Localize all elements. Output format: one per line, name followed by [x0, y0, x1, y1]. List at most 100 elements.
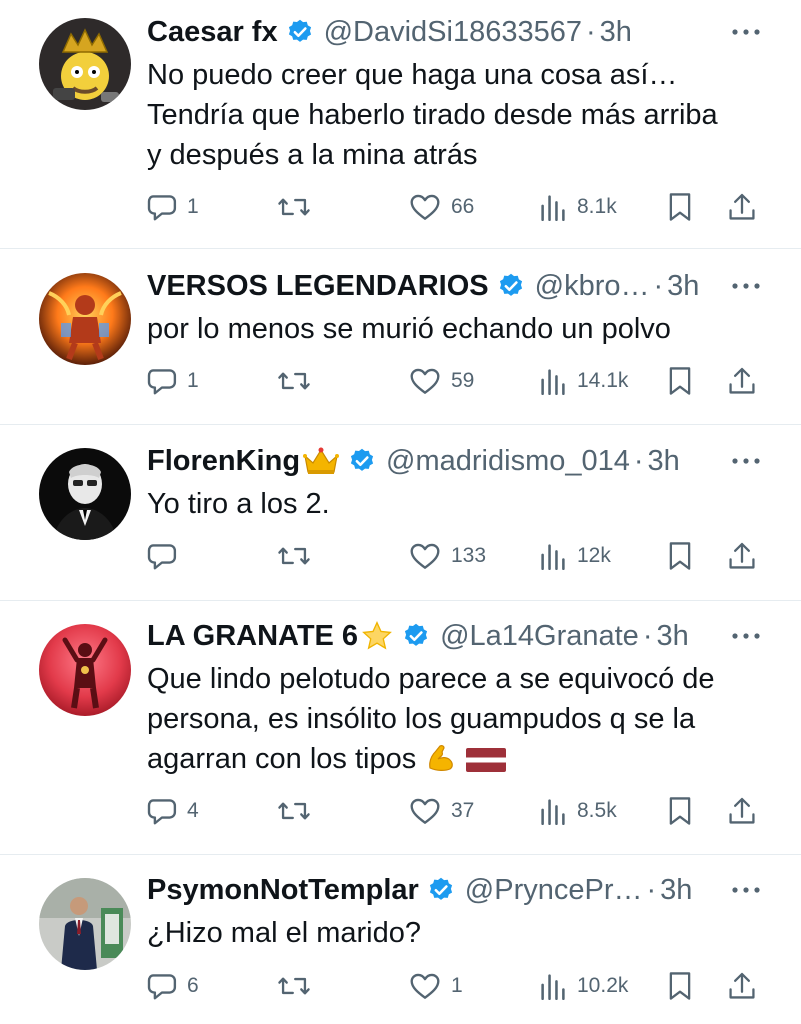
share-icon [727, 191, 757, 223]
tweet[interactable]: FlorenKing @madridismo_014 · 3h Yo tiro a lo… [0, 0, 801, 1024]
views-count: 12k [577, 544, 611, 567]
tweet-divider [0, 600, 801, 601]
bookmark-button[interactable] [667, 791, 693, 831]
tweet-text-content: Que lindo pelotudo parece a se equivocó … [147, 663, 715, 775]
like-button[interactable]: 133 [409, 536, 486, 576]
likes-count: 59 [451, 369, 475, 392]
more-icon[interactable] [731, 17, 761, 47]
reply-button[interactable]: 6 [147, 966, 199, 1006]
heart-icon [409, 796, 441, 826]
tweet-actions: 6 1 10.2k [147, 966, 767, 1006]
tweet-text: por lo menos se murió echando un polvo [147, 309, 773, 349]
share-button[interactable] [727, 361, 757, 401]
retweet-button[interactable] [277, 361, 321, 401]
tweet-text-content: por lo menos se murió echando un polvo [147, 313, 671, 345]
views-button[interactable]: 8.5k [539, 791, 617, 831]
bookmark-button[interactable] [667, 187, 693, 227]
avatar[interactable] [39, 448, 131, 540]
like-button[interactable]: 66 [409, 187, 474, 227]
bookmark-button[interactable] [667, 361, 693, 401]
share-button[interactable] [727, 966, 757, 1006]
views-icon [539, 541, 567, 571]
views-button[interactable]: 12k [539, 536, 611, 576]
tweet-actions: 4 37 8.5k [147, 791, 767, 831]
display-name[interactable]: PsymonNotTemplar [147, 874, 419, 907]
more-icon[interactable] [731, 446, 761, 476]
display-name[interactable]: Caesar fx [147, 16, 278, 49]
separator-dot: · [653, 269, 664, 302]
bookmark-icon [667, 191, 693, 223]
avatar[interactable] [39, 18, 131, 110]
reply-button[interactable]: 4 [147, 791, 199, 831]
views-count: 10.2k [577, 974, 629, 997]
tweet-divider [0, 424, 801, 425]
share-button[interactable] [727, 791, 757, 831]
avatar[interactable] [39, 878, 131, 970]
reply-button[interactable] [147, 536, 187, 576]
like-button[interactable]: 59 [409, 361, 474, 401]
tweet-actions: 1 66 8.1k [147, 187, 767, 227]
more-icon[interactable] [731, 875, 761, 905]
tweet-actions: 1 59 14.1k [147, 361, 767, 401]
retweet-button[interactable] [277, 791, 321, 831]
like-button[interactable]: 1 [409, 966, 463, 1006]
user-handle[interactable]: @kbro… [535, 270, 650, 303]
tweet-header: LA GRANATE 6 @La14Granate · 3h [147, 617, 771, 655]
reply-button[interactable]: 1 [147, 187, 199, 227]
timestamp[interactable]: 3h [648, 445, 680, 478]
timestamp[interactable]: 3h [600, 16, 632, 49]
retweet-button[interactable] [277, 536, 321, 576]
retweet-icon [277, 971, 311, 1001]
share-icon [727, 540, 757, 572]
views-icon [539, 366, 567, 396]
separator-dot: · [633, 444, 644, 477]
tweet-divider [0, 248, 801, 249]
likes-count: 66 [451, 195, 475, 218]
bookmark-button[interactable] [667, 536, 693, 576]
likes-count: 1 [451, 974, 463, 997]
display-name[interactable]: FlorenKing [147, 445, 300, 478]
reply-icon [147, 971, 177, 1001]
replies-count: 1 [187, 369, 199, 392]
retweet-button[interactable] [277, 966, 321, 1006]
timestamp[interactable]: 3h [660, 874, 692, 907]
user-handle[interactable]: @DavidSi18633567 [324, 16, 582, 49]
retweet-button[interactable] [277, 187, 321, 227]
reply-icon [147, 796, 177, 826]
display-name[interactable]: LA GRANATE 6 [147, 620, 358, 653]
timestamp[interactable]: 3h [667, 270, 699, 303]
star-emoji-icon [360, 620, 394, 652]
reply-button[interactable]: 1 [147, 361, 199, 401]
display-name[interactable]: VERSOS LEGENDARIOS [147, 270, 489, 303]
bookmark-icon [667, 540, 693, 572]
bookmark-button[interactable] [667, 966, 693, 1006]
views-icon [539, 796, 567, 826]
avatar[interactable] [39, 273, 131, 365]
separator-dot: · [586, 15, 596, 48]
user-handle[interactable]: @madridismo_014 [386, 445, 630, 478]
share-button[interactable] [727, 187, 757, 227]
avatar[interactable] [39, 624, 131, 716]
share-icon [727, 970, 757, 1002]
share-icon [727, 795, 757, 827]
user-handle[interactable]: @La14Granate [440, 620, 639, 653]
replies-count: 4 [187, 799, 199, 822]
tweet-text: ¿Hizo mal el marido? [147, 913, 773, 953]
views-button[interactable]: 8.1k [539, 187, 617, 227]
timestamp[interactable]: 3h [656, 620, 688, 653]
views-icon [539, 192, 567, 222]
verified-badge-icon [286, 18, 314, 46]
more-icon[interactable] [731, 621, 761, 651]
bookmark-icon [667, 970, 693, 1002]
views-button[interactable]: 10.2k [539, 966, 628, 1006]
like-button[interactable]: 37 [409, 791, 474, 831]
views-button[interactable]: 14.1k [539, 361, 628, 401]
bookmark-icon [667, 365, 693, 397]
share-button[interactable] [727, 536, 757, 576]
views-count: 8.5k [577, 799, 617, 822]
more-icon[interactable] [731, 271, 761, 301]
tweet-actions: 133 12k [147, 536, 767, 576]
tweet-text-content: No puedo creer que haga una cosa así… Te… [147, 59, 718, 171]
reply-icon [147, 192, 177, 222]
user-handle[interactable]: @PryncePr… [465, 874, 643, 907]
